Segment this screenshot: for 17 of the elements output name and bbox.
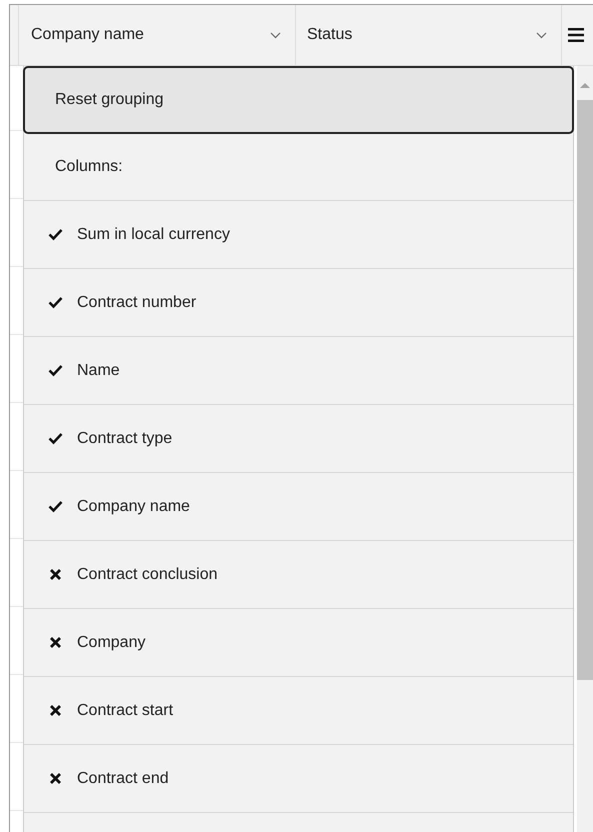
column-toggle-item[interactable]: Contract number [24,269,573,337]
column-toggle-item[interactable]: Company name [24,473,573,541]
column-toggle-item[interactable]: Contract start [24,677,573,745]
column-toggle-item[interactable]: Company [24,609,573,677]
column-header[interactable]: Status [296,5,562,65]
scroll-up-icon[interactable] [580,82,590,89]
column-header[interactable]: Company name [19,5,296,65]
chevron-down-icon [536,32,547,38]
scrollbar-thumb[interactable] [577,100,593,680]
chevron-down-icon [270,32,281,38]
section-label: Columns: [55,157,123,177]
column-toggle-item[interactable]: Contract type [24,405,573,473]
column-toggle-item[interactable]: Name [24,337,573,405]
column-toggle-item[interactable]: Sum in local currency [24,201,573,269]
reset-grouping-button[interactable]: Reset grouping [23,66,574,134]
column-toggle-item[interactable]: Contract conclusion [24,541,573,609]
column-toggle-item[interactable]: Contract end [24,745,573,813]
